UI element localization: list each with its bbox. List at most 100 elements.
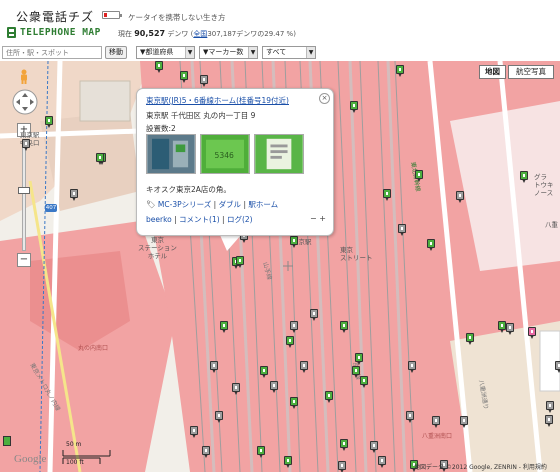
phone-marker-icon[interactable] [528,327,536,339]
phone-marker-icon[interactable] [355,353,363,365]
brand-name: TELEPHONE MAP [20,27,101,38]
phone-marker-icon[interactable] [350,101,358,113]
phone-count: 90,527 [134,29,166,38]
phone-marker-icon[interactable] [398,224,406,236]
phone-marker-icon[interactable] [180,71,188,83]
phone-marker-icon[interactable] [200,75,208,87]
phone-marker-icon[interactable] [286,336,294,348]
nationwide-link[interactable]: 全国 [193,30,207,38]
phone-marker-icon[interactable] [96,153,104,165]
phone-marker-icon[interactable] [408,361,416,373]
user-link[interactable]: beerko [146,215,172,224]
phone-marker-icon[interactable] [210,361,218,373]
popup-tags: 🏷 MC-3Pシリーズ | ダブル | 駅ホーム [146,200,279,209]
label-yaesu-south: 八重洲南口 [422,433,453,440]
phone-marker-icon[interactable] [215,411,223,423]
phone-marker-icon[interactable] [70,189,78,201]
phone-photo-1[interactable] [146,134,196,174]
phone-marker-icon[interactable] [236,256,244,268]
prefecture-select[interactable]: ▼都道府県 ▼ [136,46,195,59]
phone-marker-icon[interactable] [290,236,298,248]
route-shield: 407 [45,204,57,212]
filter-select[interactable]: すべて ▼ [262,46,316,59]
comments-link[interactable]: コメント(1) [179,215,220,224]
scale-bar [62,450,111,464]
popup-meta: beerko | コメント(1) | ログ(2) [146,215,253,224]
phone-photo-3[interactable] [254,134,304,174]
phone-marker-icon[interactable] [415,170,423,182]
popup-install-count: 設置数:2 [146,124,176,133]
phone-marker-icon[interactable] [260,366,268,378]
tag-link[interactable]: 駅ホーム [248,200,278,209]
svg-text:5346: 5346 [215,151,234,160]
close-icon[interactable]: × [319,93,330,104]
phone-marker-icon[interactable] [310,309,318,321]
phone-marker-icon[interactable] [340,439,348,451]
phone-marker-icon[interactable] [190,426,198,438]
phone-marker-icon[interactable] [300,361,308,373]
phone-marker-icon[interactable] [325,391,333,403]
tag-icon: 🏷 [146,200,156,209]
phone-marker-icon[interactable] [257,446,265,458]
zoom-handle[interactable] [18,187,30,194]
phone-marker-icon[interactable] [270,381,278,393]
telephone-icon [7,27,16,38]
phone-marker-icon[interactable] [45,116,53,128]
popup-zoom-controls[interactable]: − + [310,214,326,223]
label-yaesu: 八重 [545,221,558,229]
zoom-slider[interactable] [22,141,26,251]
battery-icon [102,11,122,19]
phone-marker-icon[interactable] [352,366,360,378]
popup-description: キオスク東京2A店の角。 [146,185,231,194]
phone-photo-2[interactable]: 5346 [200,134,250,174]
phone-marker-icon[interactable] [432,416,440,428]
phone-marker-icon[interactable] [338,461,346,472]
tag-link[interactable]: ダブル [219,200,242,209]
phone-marker-icon[interactable] [360,376,368,388]
phone-marker-icon[interactable] [506,323,514,335]
phone-marker-icon[interactable] [383,189,391,201]
phone-info-popup: 東京駅(JR)5・6番線ホーム(桂番号19付近) × 東京駅 千代田区 丸の内一… [136,88,334,236]
phone-marker-icon[interactable] [406,411,414,423]
phone-marker-icon[interactable] [460,416,468,428]
search-toolbar: 移動 ▼都道府県▼ ▼マーカー数▼ すべて▼ [0,44,560,61]
phone-marker-icon[interactable] [545,415,553,427]
phone-marker-icon[interactable] [290,397,298,409]
popup-title[interactable]: 東京駅(JR)5・6番線ホーム(桂番号19付近) [146,95,289,106]
phone-marker-icon[interactable] [498,321,506,333]
map-type-map-button[interactable]: 地図 [479,65,506,79]
move-button[interactable]: 移動 [105,46,127,59]
phone-marker-icon[interactable] [378,456,386,468]
phone-marker-icon[interactable] [284,456,292,468]
phone-marker-icon[interactable] [546,401,554,413]
map-type-aerial-button[interactable]: 航空写真 [508,65,554,79]
phone-marker-icon[interactable] [290,321,298,333]
popup-tail [220,235,241,251]
pan-control-icon[interactable] [12,89,38,115]
phone-marker-icon[interactable] [22,139,30,151]
map-copyright[interactable]: 地図データ ©2012 Google, ZENRIN - 利用規約 [414,462,547,471]
phone-marker-icon[interactable] [220,321,228,333]
marker-count-select[interactable]: ▼マーカー数 ▼ [199,46,258,59]
phone-marker-icon[interactable] [155,61,163,73]
phone-marker-icon[interactable] [370,441,378,453]
google-logo[interactable]: Google [14,453,46,465]
tag-link[interactable]: MC-3Pシリーズ [158,200,211,209]
zoom-out-button[interactable]: − [17,253,31,267]
chevron-down-icon: ▼ [185,47,194,58]
site-title[interactable]: 公衆電話チズ [16,8,94,25]
phone-marker-icon[interactable] [396,65,404,77]
logs-link[interactable]: ログ(2) [227,215,253,224]
phone-marker-icon[interactable] [555,361,560,373]
search-input[interactable] [2,46,102,59]
phone-marker-icon[interactable] [232,383,240,395]
phone-marker-icon[interactable] [427,239,435,251]
phone-marker-icon[interactable] [466,333,474,345]
pegman-icon[interactable] [19,69,29,84]
phone-marker-icon[interactable] [340,321,348,333]
phone-marker-icon[interactable] [456,191,464,203]
map-canvas[interactable]: 地図 航空写真 + − 東京駅 中央口 東京 ステーション ホテル 東京駅 東京… [0,61,560,472]
phone-marker-icon[interactable] [202,446,210,458]
scale-meters: 50 m [66,441,82,448]
phone-marker-icon[interactable] [520,171,528,183]
